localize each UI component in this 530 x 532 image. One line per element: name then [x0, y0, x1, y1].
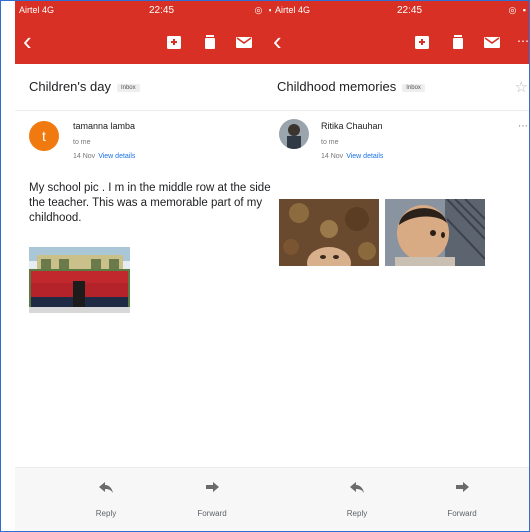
image-attachment[interactable]	[385, 199, 485, 266]
baby-photo-thumbnail	[279, 199, 379, 266]
sender-photo	[279, 119, 309, 149]
date-line: 14 Nov View details	[321, 153, 384, 160]
forward-icon	[456, 482, 469, 492]
email-panel-left: Airtel 4G 22:45 ◎ ▪ ‹ Children's day Inbo…	[15, 1, 276, 531]
mail-icon[interactable]	[483, 33, 501, 51]
more-icon[interactable]: ⋯	[518, 121, 528, 132]
sender-name: Ritika Chauhan	[321, 121, 383, 131]
bottom-action-bar: Reply Forward	[15, 467, 276, 531]
view-details-link[interactable]: View details	[346, 153, 383, 160]
avatar[interactable]	[279, 119, 309, 149]
reply-icon	[99, 482, 113, 493]
mail-icon[interactable]	[235, 33, 253, 51]
forward-label: Forward	[447, 509, 477, 518]
toddler-photo-thumbnail	[385, 199, 485, 266]
recipient-line: to me	[73, 139, 91, 146]
class-photo-thumbnail	[29, 247, 130, 313]
email-body: My school pic . I m in the middle row at…	[29, 182, 276, 224]
forward-label: Forward	[197, 509, 227, 518]
email-subject: Children's day Inbox	[29, 79, 140, 94]
clock: 22:45	[149, 5, 175, 16]
email-panel-right: Airtel 4G 22:45 ◎ ▪ ‹ ⋯ Childhood memori…	[271, 1, 529, 531]
view-details-link[interactable]: View details	[98, 153, 135, 160]
forward-button[interactable]: Forward	[177, 478, 247, 518]
sender-row[interactable]: t tamanna lamba to me 14 Nov View details	[15, 111, 276, 171]
back-arrow-icon[interactable]: ‹	[273, 26, 282, 56]
screenshot-frame: Airtel 4G 22:45 ◎ ▪ ‹ Children's day Inbo…	[0, 0, 530, 532]
sender-name: tamanna lamba	[73, 121, 136, 131]
back-arrow-icon[interactable]: ‹	[23, 26, 32, 56]
status-bar: Airtel 4G 22:45 ◎ ▪	[15, 1, 276, 20]
subject-row: Childhood memories Inbox ☆	[271, 64, 529, 111]
trash-icon[interactable]	[201, 33, 219, 51]
forward-button[interactable]: Forward	[427, 478, 497, 518]
reply-label: Reply	[346, 509, 368, 518]
trash-icon[interactable]	[449, 33, 467, 51]
status-bar: Airtel 4G 22:45 ◎ ▪	[271, 1, 529, 20]
carrier-label: Airtel 4G	[19, 5, 55, 15]
bottom-action-bar: Reply Forward	[271, 467, 529, 531]
label-badge: Inbox	[116, 84, 140, 92]
reply-button[interactable]: Reply	[71, 478, 141, 518]
more-icon[interactable]: ⋯	[517, 34, 529, 48]
recipient-line: to me	[321, 139, 339, 146]
subject-row: Children's day Inbox	[15, 64, 276, 111]
clock: 22:45	[397, 5, 423, 16]
star-icon[interactable]: ☆	[515, 78, 528, 96]
system-icons: ◎ ▪	[508, 5, 528, 15]
carrier-label: Airtel 4G	[275, 5, 311, 15]
label-badge: Inbox	[402, 84, 425, 92]
archive-icon[interactable]	[413, 33, 431, 51]
archive-icon[interactable]	[165, 33, 183, 51]
image-attachment[interactable]	[29, 247, 130, 313]
reply-icon	[350, 482, 364, 493]
toolbar: ‹ ⋯	[271, 20, 529, 64]
email-subject: Childhood memories Inbox	[277, 79, 425, 94]
sender-row[interactable]: Ritika Chauhan to me 14 Nov View details …	[271, 111, 529, 171]
toolbar: ‹	[15, 20, 276, 64]
date-line: 14 Nov View details	[73, 153, 136, 160]
avatar[interactable]: t	[29, 121, 59, 151]
reply-button[interactable]: Reply	[322, 478, 392, 518]
reply-label: Reply	[95, 509, 117, 518]
image-attachment[interactable]	[279, 199, 379, 266]
forward-icon	[206, 482, 219, 492]
